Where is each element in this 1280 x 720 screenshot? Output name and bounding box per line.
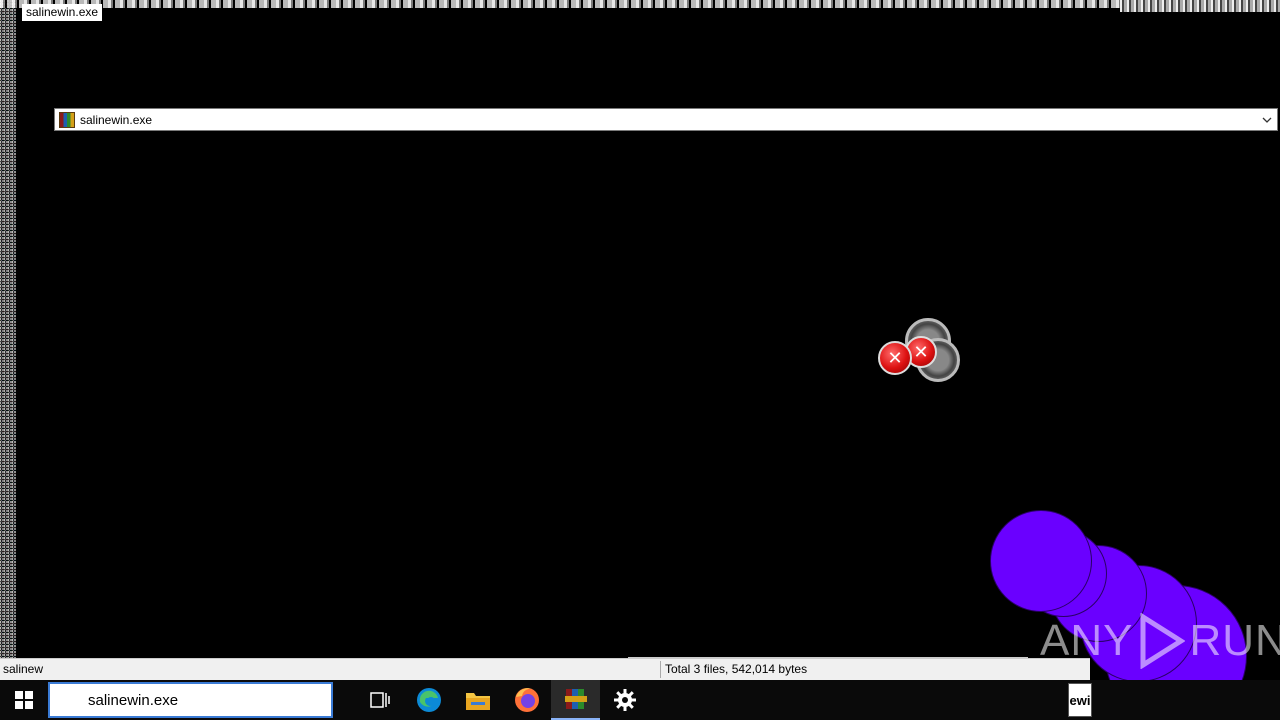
edge-icon xyxy=(416,688,441,712)
file-explorer-taskbar-button[interactable] xyxy=(453,680,502,720)
watermark-text-right: RUN xyxy=(1189,616,1280,665)
taskbar-search-input[interactable]: salinewin.exe xyxy=(48,682,333,718)
task-view-button[interactable] xyxy=(355,680,404,720)
archive-icon xyxy=(59,111,75,128)
task-view-icon xyxy=(369,692,390,708)
chevron-down-icon[interactable] xyxy=(1259,112,1275,128)
gear-icon xyxy=(613,689,636,711)
winrar-taskbar-button[interactable] xyxy=(551,680,600,720)
screen-glitch-noise-top-right xyxy=(1120,0,1280,12)
status-selection-text: salinew xyxy=(3,662,44,676)
tray-window-fragment[interactable]: ewi xyxy=(1068,683,1092,717)
error-x-icon: ✕ xyxy=(878,341,912,375)
start-button[interactable] xyxy=(0,680,48,720)
firefox-taskbar-button[interactable] xyxy=(502,680,551,720)
status-total-text: Total 3 files, 542,014 bytes xyxy=(665,662,808,676)
archive-path-text: salinewin.exe xyxy=(80,112,153,127)
screen-glitch-noise-left xyxy=(0,0,16,660)
status-bar: salinew Total 3 files, 542,014 bytes xyxy=(0,657,1090,680)
windows-start-icon xyxy=(15,691,33,709)
settings-taskbar-button[interactable] xyxy=(600,680,649,720)
window-title-fragment: salinewin.exe xyxy=(22,4,103,21)
archive-path-dropdown[interactable]: salinewin.exe xyxy=(54,108,1278,131)
status-bar-edge xyxy=(628,657,1028,659)
firefox-icon xyxy=(514,688,539,712)
play-icon xyxy=(1140,613,1186,669)
purple-trail-blob xyxy=(990,510,1092,612)
winrar-icon xyxy=(564,689,587,709)
desktop-screen: salinewin.exe salinewin.exe ✕ ✕ ANY RUN … xyxy=(0,0,1280,720)
screen-glitch-noise-top xyxy=(0,0,1280,8)
status-divider xyxy=(660,661,661,678)
edge-taskbar-button[interactable] xyxy=(404,680,453,720)
file-explorer-icon xyxy=(465,693,490,710)
